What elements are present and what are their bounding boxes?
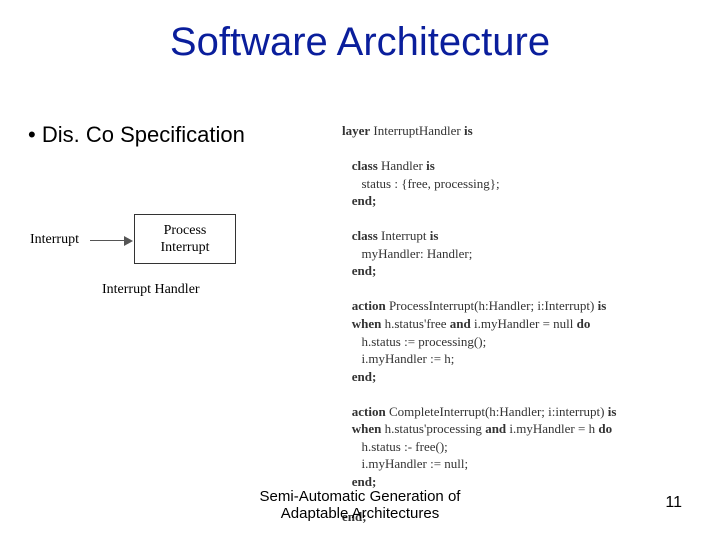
kw-action-2: action [352,404,386,419]
ci-body1: h.status :- free(); [342,439,448,454]
arrowhead-icon [124,236,133,246]
kw-and-2: and [485,421,506,436]
pi-guard: h.status'free [381,316,449,331]
class-handler: Handler [378,158,426,173]
kw-end-1: end; [352,193,377,208]
handler-body: status : {free, processing}; [342,176,500,191]
kw-is: is [464,123,473,138]
layer-name: InterruptHandler [370,123,464,138]
kw-and: and [450,316,471,331]
kw-class-2: class [352,228,378,243]
page-number: 11 [665,494,682,512]
diagram-caption: Interrupt Handler [102,282,200,298]
diagram-input-label: Interrupt [30,232,79,248]
kw-is-5: is [608,404,617,419]
ci-guard: h.status'processing [381,421,485,436]
pi-signature: ProcessInterrupt(h:Handler; i:Interrupt) [386,298,598,313]
kw-is-3: is [430,228,439,243]
interrupt-body: myHandler: Handler; [342,246,472,261]
kw-end-3: end; [352,369,377,384]
slide: Software Architecture Dis. Co Specificat… [0,0,720,540]
kw-class: class [352,158,378,173]
kw-end-4: end; [352,474,377,489]
kw-is-4: is [598,298,607,313]
kw-when-2: when [352,421,382,436]
box-line-1: Process [135,222,235,240]
arrow-icon [90,240,126,241]
box-line-2: Interrupt [135,239,235,257]
ci-guard2: i.myHandler = h [506,421,598,436]
pi-body1: h.status := processing(); [342,334,486,349]
kw-end-2: end; [352,263,377,278]
footer-line-2: Adaptable Architectures [281,505,439,522]
disco-code-listing: layer InterruptHandler is class Handler … [342,122,682,526]
ci-body2: i.myHandler := null; [342,456,468,471]
kw-do: do [577,316,591,331]
kw-when: when [352,316,382,331]
pi-body2: i.myHandler := h; [342,351,454,366]
kw-is-2: is [426,158,435,173]
kw-action: action [352,298,386,313]
ci-signature: CompleteInterrupt(h:Handler; i:interrupt… [386,404,608,419]
bullet-disco-spec: Dis. Co Specification [28,122,245,148]
page-title: Software Architecture [0,20,720,65]
footer-line-1: Semi-Automatic Generation of [260,488,461,505]
kw-do-2: do [598,421,612,436]
footer: Semi-Automatic Generation of Adaptable A… [0,488,720,522]
interrupt-handler-diagram: Interrupt Process Interrupt Interrupt Ha… [30,210,290,330]
class-interrupt: Interrupt [378,228,430,243]
process-interrupt-box: Process Interrupt [134,214,236,264]
kw-layer: layer [342,123,370,138]
pi-guard2: i.myHandler = null [471,316,577,331]
